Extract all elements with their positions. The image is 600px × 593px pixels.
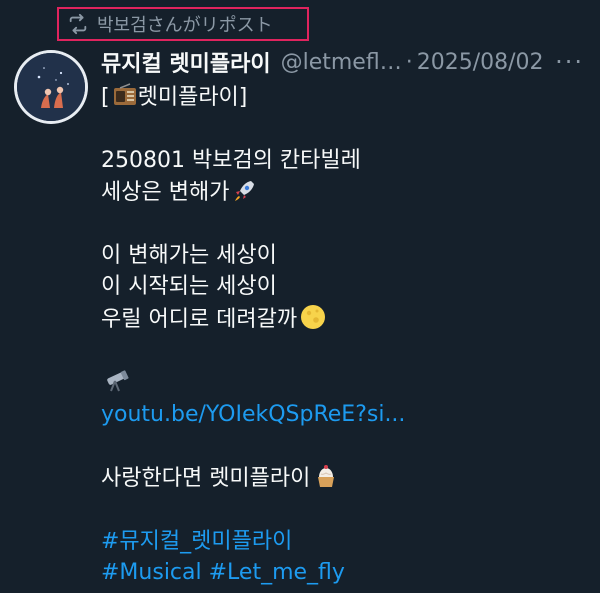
post-line: 우릴 어디로 데려갈까 xyxy=(101,303,590,335)
post-line: 세상은 변해가 xyxy=(101,177,590,209)
rocket-emoji xyxy=(231,178,257,204)
post-header: 뮤지컬 렛미플라이 @letmefl… · 2025/08/02 ··· xyxy=(101,46,588,78)
repost-indicator[interactable]: 박보검さんがリポスト xyxy=(57,7,309,41)
display-name[interactable]: 뮤지컬 렛미플라이 xyxy=(101,46,271,78)
cupcake-emoji xyxy=(312,462,340,490)
separator-dot: · xyxy=(405,49,413,75)
telescope-emoji xyxy=(103,366,131,394)
post-line-text: 우릴 어디로 데려갈까 xyxy=(101,306,298,332)
repost-icon xyxy=(67,13,89,35)
hashtag-link[interactable]: #Musical #Let_me_fly xyxy=(101,557,590,589)
post-line: [ 렛미플라이] xyxy=(101,82,590,114)
user-handle[interactable]: @letmefl… xyxy=(281,50,402,75)
post-line-text: [ xyxy=(101,85,110,110)
repost-label: 박보검さんがリポスト xyxy=(97,15,273,36)
post-line-text: 세상은 변해가 xyxy=(101,179,230,205)
post-line: 이 변해가는 세상이 xyxy=(101,242,277,268)
avatar[interactable] xyxy=(14,50,88,124)
radio-emoji xyxy=(112,83,138,109)
hashtag-link[interactable]: #뮤지컬_렛미플라이 xyxy=(101,526,590,558)
post-line: 이 시작되는 세상이 xyxy=(101,274,277,299)
youtube-link[interactable]: youtu.be/YOIekQSpReE?si... xyxy=(101,399,590,431)
post-line-text-end: 렛미플라이] xyxy=(137,85,248,110)
post-text: [ 렛미플라이] 250801 박보검의 칸타빌레 세상은 변해가 이 변해가는… xyxy=(101,82,590,589)
post-date[interactable]: 2025/08/02 xyxy=(417,50,544,75)
post-line xyxy=(101,366,590,398)
post-line-text: 사랑한다면 렛미플라이 xyxy=(101,465,311,491)
post-line: 사랑한다면 렛미플라이 xyxy=(101,462,590,494)
post-line: 250801 박보검의 칸타빌레 xyxy=(101,148,361,173)
full-moon-emoji xyxy=(299,303,327,331)
more-options-button[interactable]: ··· xyxy=(555,50,588,74)
